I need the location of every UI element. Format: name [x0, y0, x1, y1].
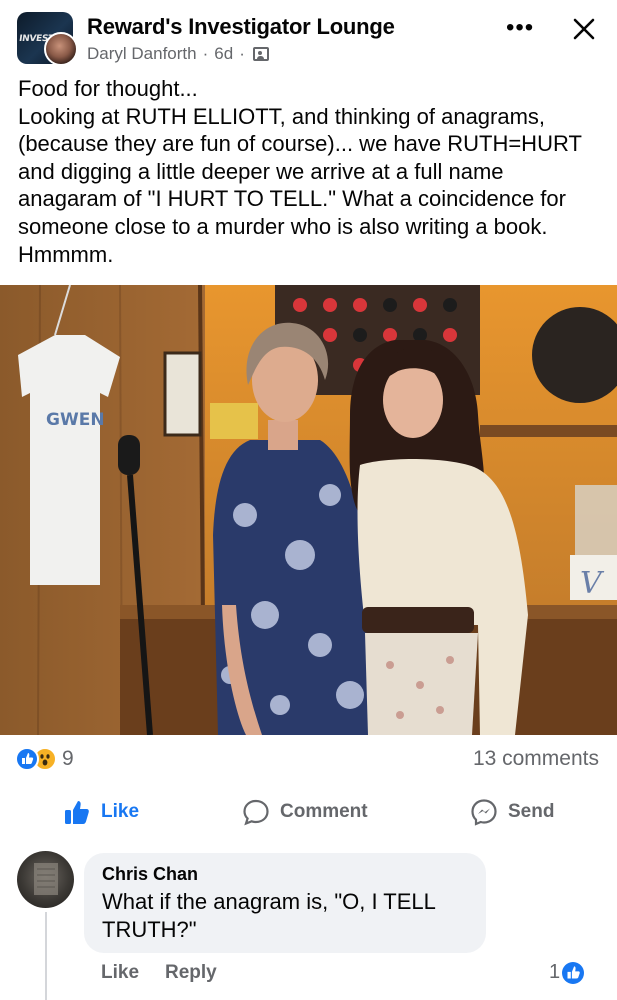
comments-count[interactable]: 13 comments [473, 747, 599, 771]
photo-illustration: GWEN V [0, 285, 617, 735]
author-name[interactable]: Daryl Danforth [87, 44, 197, 64]
thumbs-up-icon [65, 801, 89, 824]
comment-thread-line [45, 912, 47, 1000]
shirt-text: GWEN [46, 410, 105, 430]
comment-text: What if the anagram is, "O, I TELL TRUTH… [102, 889, 436, 942]
reactions-summary[interactable]: 9 [15, 747, 74, 771]
comment-icon [243, 799, 269, 826]
comment-button[interactable]: Comment [242, 797, 368, 827]
author-avatar[interactable] [44, 32, 78, 66]
messenger-send-icon [471, 799, 497, 826]
like-label: Like [101, 801, 140, 822]
comment-reaction-count: 1 [549, 961, 561, 983]
comment-reaction-summary[interactable]: 1 [549, 961, 585, 984]
members-privacy-icon [252, 47, 269, 61]
comment-author[interactable]: Chris Chan [102, 864, 198, 885]
commenter-avatar[interactable] [17, 851, 74, 908]
post-meta: Daryl Danforth · 6d · [87, 44, 269, 64]
close-icon[interactable] [569, 14, 599, 44]
send-label: Send [508, 801, 555, 822]
post-photo[interactable]: GWEN V [0, 285, 617, 735]
comment-like-button[interactable]: Like [101, 962, 139, 984]
send-button[interactable]: Send [470, 797, 554, 827]
comment-reply-button[interactable]: Reply [165, 962, 217, 984]
post-age[interactable]: 6d [214, 44, 233, 64]
comment-like-reaction-icon [562, 961, 585, 984]
post-text: Food for thought... Looking at RUTH ELLI… [18, 76, 582, 267]
reaction-count: 9 [62, 747, 74, 770]
sign-letter: V [580, 566, 605, 601]
more-options-icon[interactable]: ••• [506, 16, 534, 40]
like-reaction-icon [15, 747, 39, 771]
comment-bubble[interactable]: Chris Chan What if the anagram is, "O, I… [84, 853, 486, 953]
group-name[interactable]: Reward's Investigator Lounge [87, 14, 395, 40]
comment-label: Comment [280, 801, 368, 822]
meta-separator: · [202, 44, 209, 63]
meta-separator: · [239, 44, 245, 63]
like-button[interactable]: Like [63, 797, 139, 827]
post-header: INVESTI Reward's Investigator Lounge Dar… [0, 0, 617, 72]
